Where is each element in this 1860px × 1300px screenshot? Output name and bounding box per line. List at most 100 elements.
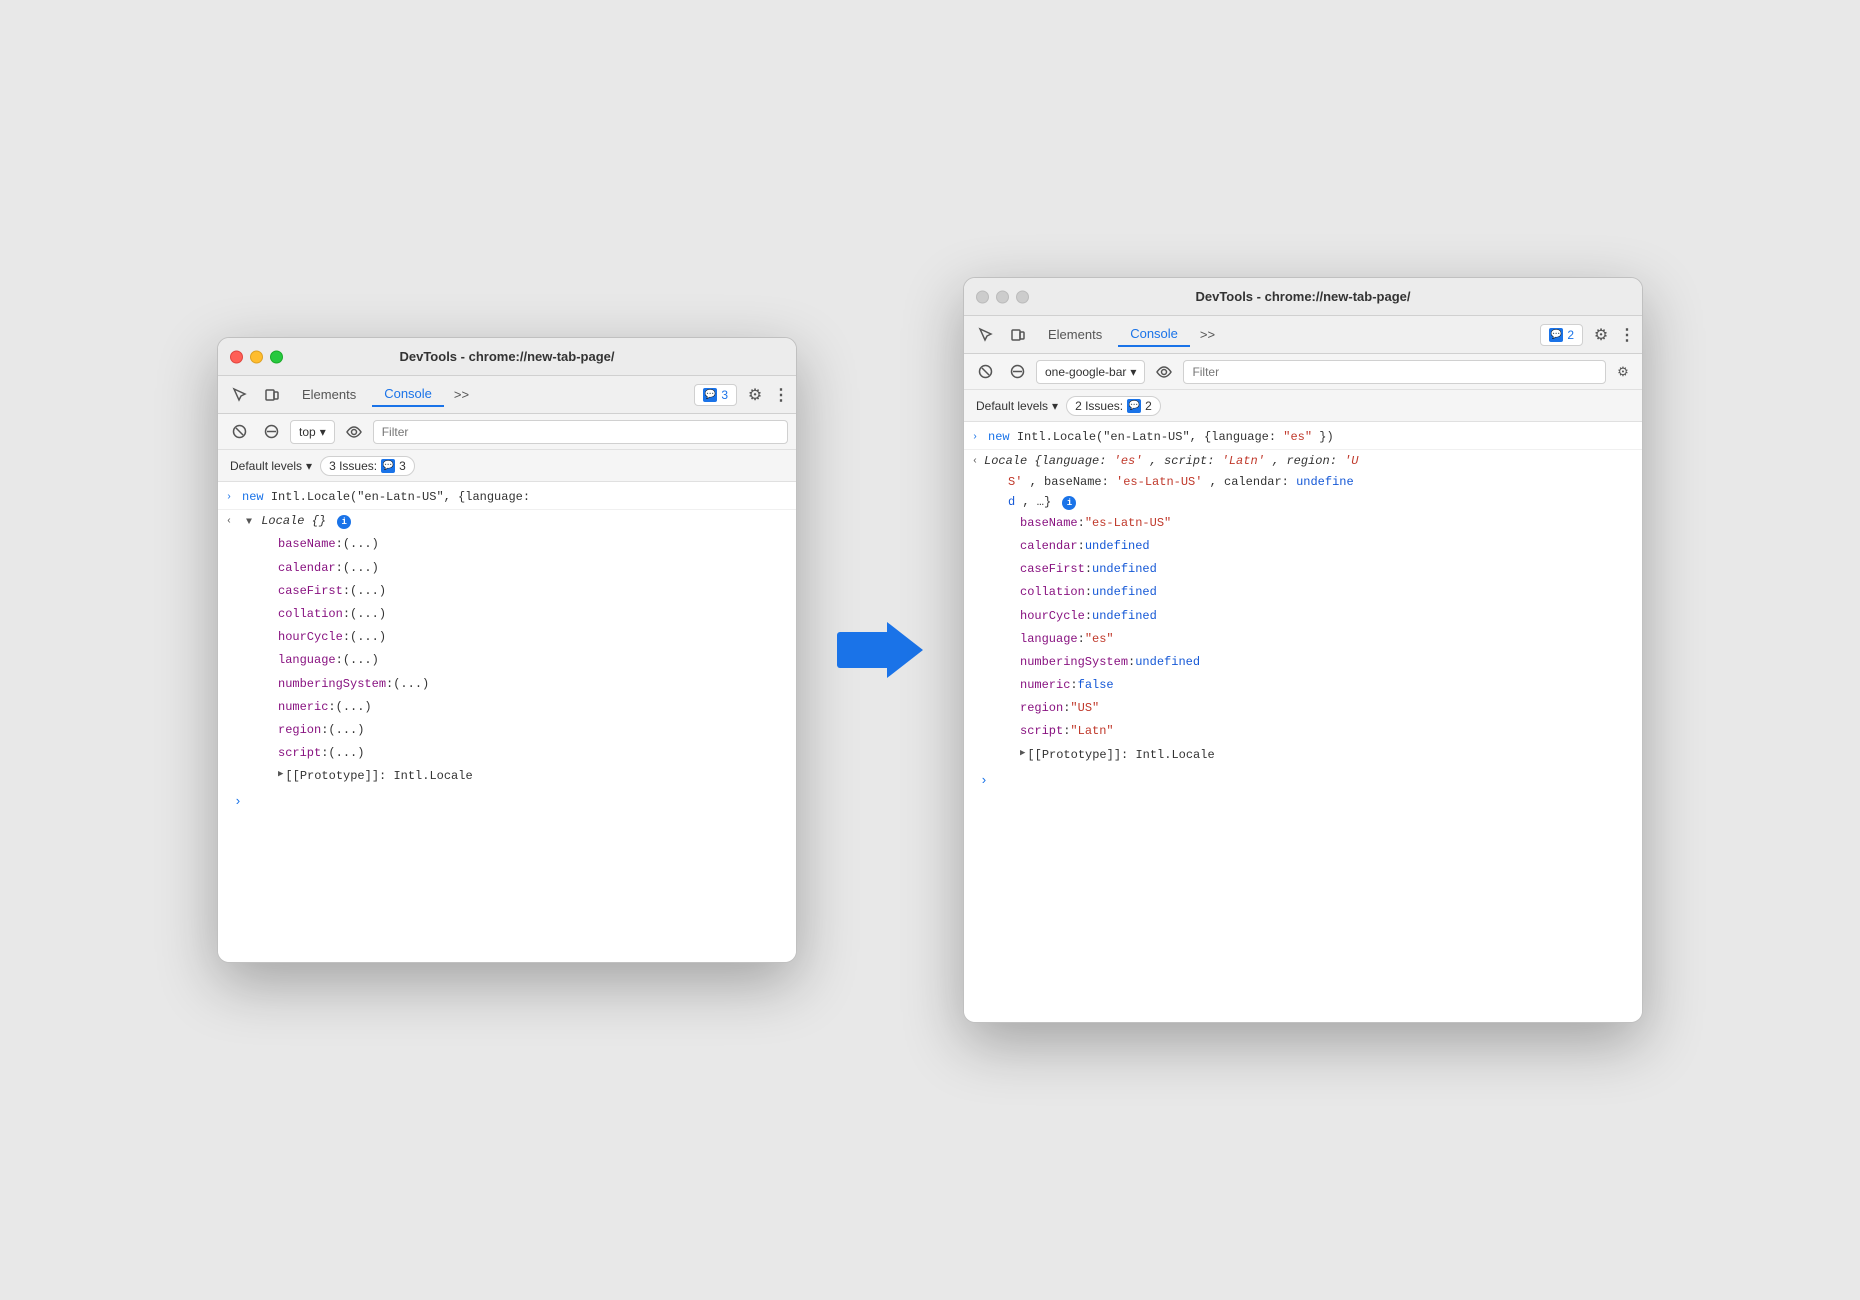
issues-chip-count: 3	[399, 459, 406, 473]
prop-calendar: calendar: (...)	[278, 557, 796, 580]
right-titlebar: DevTools - chrome://new-tab-page/	[964, 278, 1642, 316]
right-console-toolbar: one-google-bar ▾ ⚙	[964, 354, 1642, 390]
right-maximize-button[interactable]	[1016, 290, 1029, 303]
prop-baseName: baseName: (...)	[278, 533, 796, 556]
left-console-content: › new Intl.Locale("en-Latn-US", {languag…	[218, 482, 796, 962]
right-issues-text: 2 Issues:	[1075, 399, 1123, 413]
info-icon[interactable]: i	[337, 515, 351, 529]
eye-icon[interactable]	[341, 419, 367, 445]
right-issues-badge[interactable]: 💬 2	[1540, 324, 1583, 346]
right-input-row: › new Intl.Locale("en-Latn-US", {languag…	[964, 426, 1642, 450]
expand-icon[interactable]: ▼	[246, 517, 252, 528]
left-console-toolbar: top ▾	[218, 414, 796, 450]
prop-collation: collation: (...)	[278, 603, 796, 626]
right-input-text: new Intl.Locale("en-Latn-US", {language:…	[988, 428, 1334, 447]
left-tabbar: Elements Console >> 💬 3 ⚙ ⋮	[218, 376, 796, 414]
left-props: baseName: (...) calendar: (...) caseFirs…	[218, 533, 796, 788]
left-window-title: DevTools - chrome://new-tab-page/	[399, 349, 614, 364]
right-prop-hourCycle: hourCycle: undefined	[1020, 605, 1642, 628]
right-eye-icon[interactable]	[1151, 359, 1177, 385]
levels-arrow: ▾	[306, 459, 312, 473]
right-context-selector[interactable]: one-google-bar ▾	[1036, 360, 1145, 384]
ban-icon[interactable]	[258, 419, 284, 445]
minimize-button[interactable]	[250, 350, 263, 363]
direction-arrow	[837, 622, 923, 678]
prop-numberingSystem: numberingSystem: (...)	[278, 673, 796, 696]
left-issues-bar: Default levels ▾ 3 Issues: 💬 3	[218, 450, 796, 482]
issues-badge[interactable]: 💬 3	[694, 384, 737, 406]
right-prop-baseName: baseName: "es-Latn-US"	[1020, 512, 1642, 535]
context-selector[interactable]: top ▾	[290, 420, 335, 444]
prop-hourCycle: hourCycle: (...)	[278, 626, 796, 649]
prop-language: language: (...)	[278, 649, 796, 672]
right-prop-language: language: "es"	[1020, 628, 1642, 651]
levels-label: Default levels	[230, 459, 302, 473]
right-device-toggle-icon[interactable]	[1004, 321, 1032, 349]
right-clear-console-icon[interactable]	[972, 359, 998, 385]
right-levels-dropdown[interactable]: Default levels ▾	[976, 399, 1058, 413]
right-tabbar: Elements Console >> 💬 2 ⚙ ⋮	[964, 316, 1642, 354]
more-tabs[interactable]: >>	[448, 383, 475, 406]
right-context-label: one-google-bar	[1045, 365, 1126, 379]
arrow-container	[837, 622, 923, 678]
inspect-icon[interactable]	[226, 381, 254, 409]
issues-badge-icon: 💬	[703, 388, 717, 402]
filter-input[interactable]	[373, 420, 788, 444]
left-prompt[interactable]: ›	[218, 788, 796, 817]
left-locale-output: ‹ ▼ Locale {} i	[218, 510, 796, 533]
right-prop-collation: collation: undefined	[1020, 581, 1642, 604]
right-locale-output-line1: ‹ Locale {language: 'es' , script: 'Latn…	[964, 450, 1642, 473]
right-levels-arrow: ▾	[1052, 399, 1058, 413]
right-dropdown-arrow-icon: ▾	[1130, 365, 1136, 379]
left-input-row: › new Intl.Locale("en-Latn-US", {languag…	[218, 486, 796, 510]
right-close-button[interactable]	[976, 290, 989, 303]
right-console-content: › new Intl.Locale("en-Latn-US", {languag…	[964, 422, 1642, 1022]
right-console-tab[interactable]: Console	[1118, 322, 1190, 347]
right-more-options-icon[interactable]: ⋮	[1619, 325, 1634, 345]
right-more-tabs[interactable]: >>	[1194, 323, 1221, 346]
more-options-icon[interactable]: ⋮	[773, 385, 788, 405]
levels-dropdown[interactable]: Default levels ▾	[230, 459, 312, 473]
right-badge-count: 2	[1567, 328, 1574, 342]
issues-text: 3 Issues:	[329, 459, 377, 473]
arrow-head	[887, 622, 923, 678]
right-prop-region: region: "US"	[1020, 697, 1642, 720]
console-tab[interactable]: Console	[372, 382, 444, 407]
device-toggle-icon[interactable]	[258, 381, 286, 409]
right-input-arrow-icon: ›	[972, 430, 986, 446]
prop-script: script: (...)	[278, 742, 796, 765]
right-traffic-lights	[976, 290, 1029, 303]
right-elements-tab[interactable]: Elements	[1036, 323, 1114, 346]
maximize-button[interactable]	[270, 350, 283, 363]
right-window-title: DevTools - chrome://new-tab-page/	[1195, 289, 1410, 304]
right-prop-caseFirst: caseFirst: undefined	[1020, 558, 1642, 581]
elements-tab[interactable]: Elements	[290, 383, 368, 406]
right-issues-bar: Default levels ▾ 2 Issues: 💬 2	[964, 390, 1642, 422]
left-traffic-lights	[230, 350, 283, 363]
right-ban-icon[interactable]	[1004, 359, 1030, 385]
right-minimize-button[interactable]	[996, 290, 1009, 303]
arrow-body	[837, 632, 887, 668]
right-prop-numeric: numeric: false	[1020, 674, 1642, 697]
right-issues-badge-icon: 💬	[1549, 328, 1563, 342]
right-issues-chip[interactable]: 2 Issues: 💬 2	[1066, 396, 1161, 416]
clear-console-icon[interactable]	[226, 419, 252, 445]
right-locale-output-line2: S' , baseName: 'es-Latn-US' , calendar: …	[964, 473, 1642, 492]
right-issues-chip-icon: 💬	[1127, 399, 1141, 413]
input-arrow-icon: ›	[226, 490, 240, 506]
right-info-icon[interactable]: i	[1062, 496, 1076, 510]
left-badge-count: 3	[721, 388, 728, 402]
right-filter-input[interactable]	[1183, 360, 1606, 384]
close-button[interactable]	[230, 350, 243, 363]
right-inspect-icon[interactable]	[972, 321, 1000, 349]
right-prop-numberingSystem: numberingSystem: undefined	[1020, 651, 1642, 674]
right-settings-icon[interactable]: ⚙	[1587, 321, 1615, 349]
issues-chip[interactable]: 3 Issues: 💬 3	[320, 456, 415, 476]
prop-region: region: (...)	[278, 719, 796, 742]
right-issues-chip-count: 2	[1145, 399, 1152, 413]
right-prompt[interactable]: ›	[964, 767, 1642, 796]
issues-chip-icon: 💬	[381, 459, 395, 473]
right-console-gear-icon[interactable]: ⚙	[1612, 361, 1634, 383]
settings-icon[interactable]: ⚙	[741, 381, 769, 409]
right-devtools-window: DevTools - chrome://new-tab-page/ Elemen…	[963, 277, 1643, 1023]
